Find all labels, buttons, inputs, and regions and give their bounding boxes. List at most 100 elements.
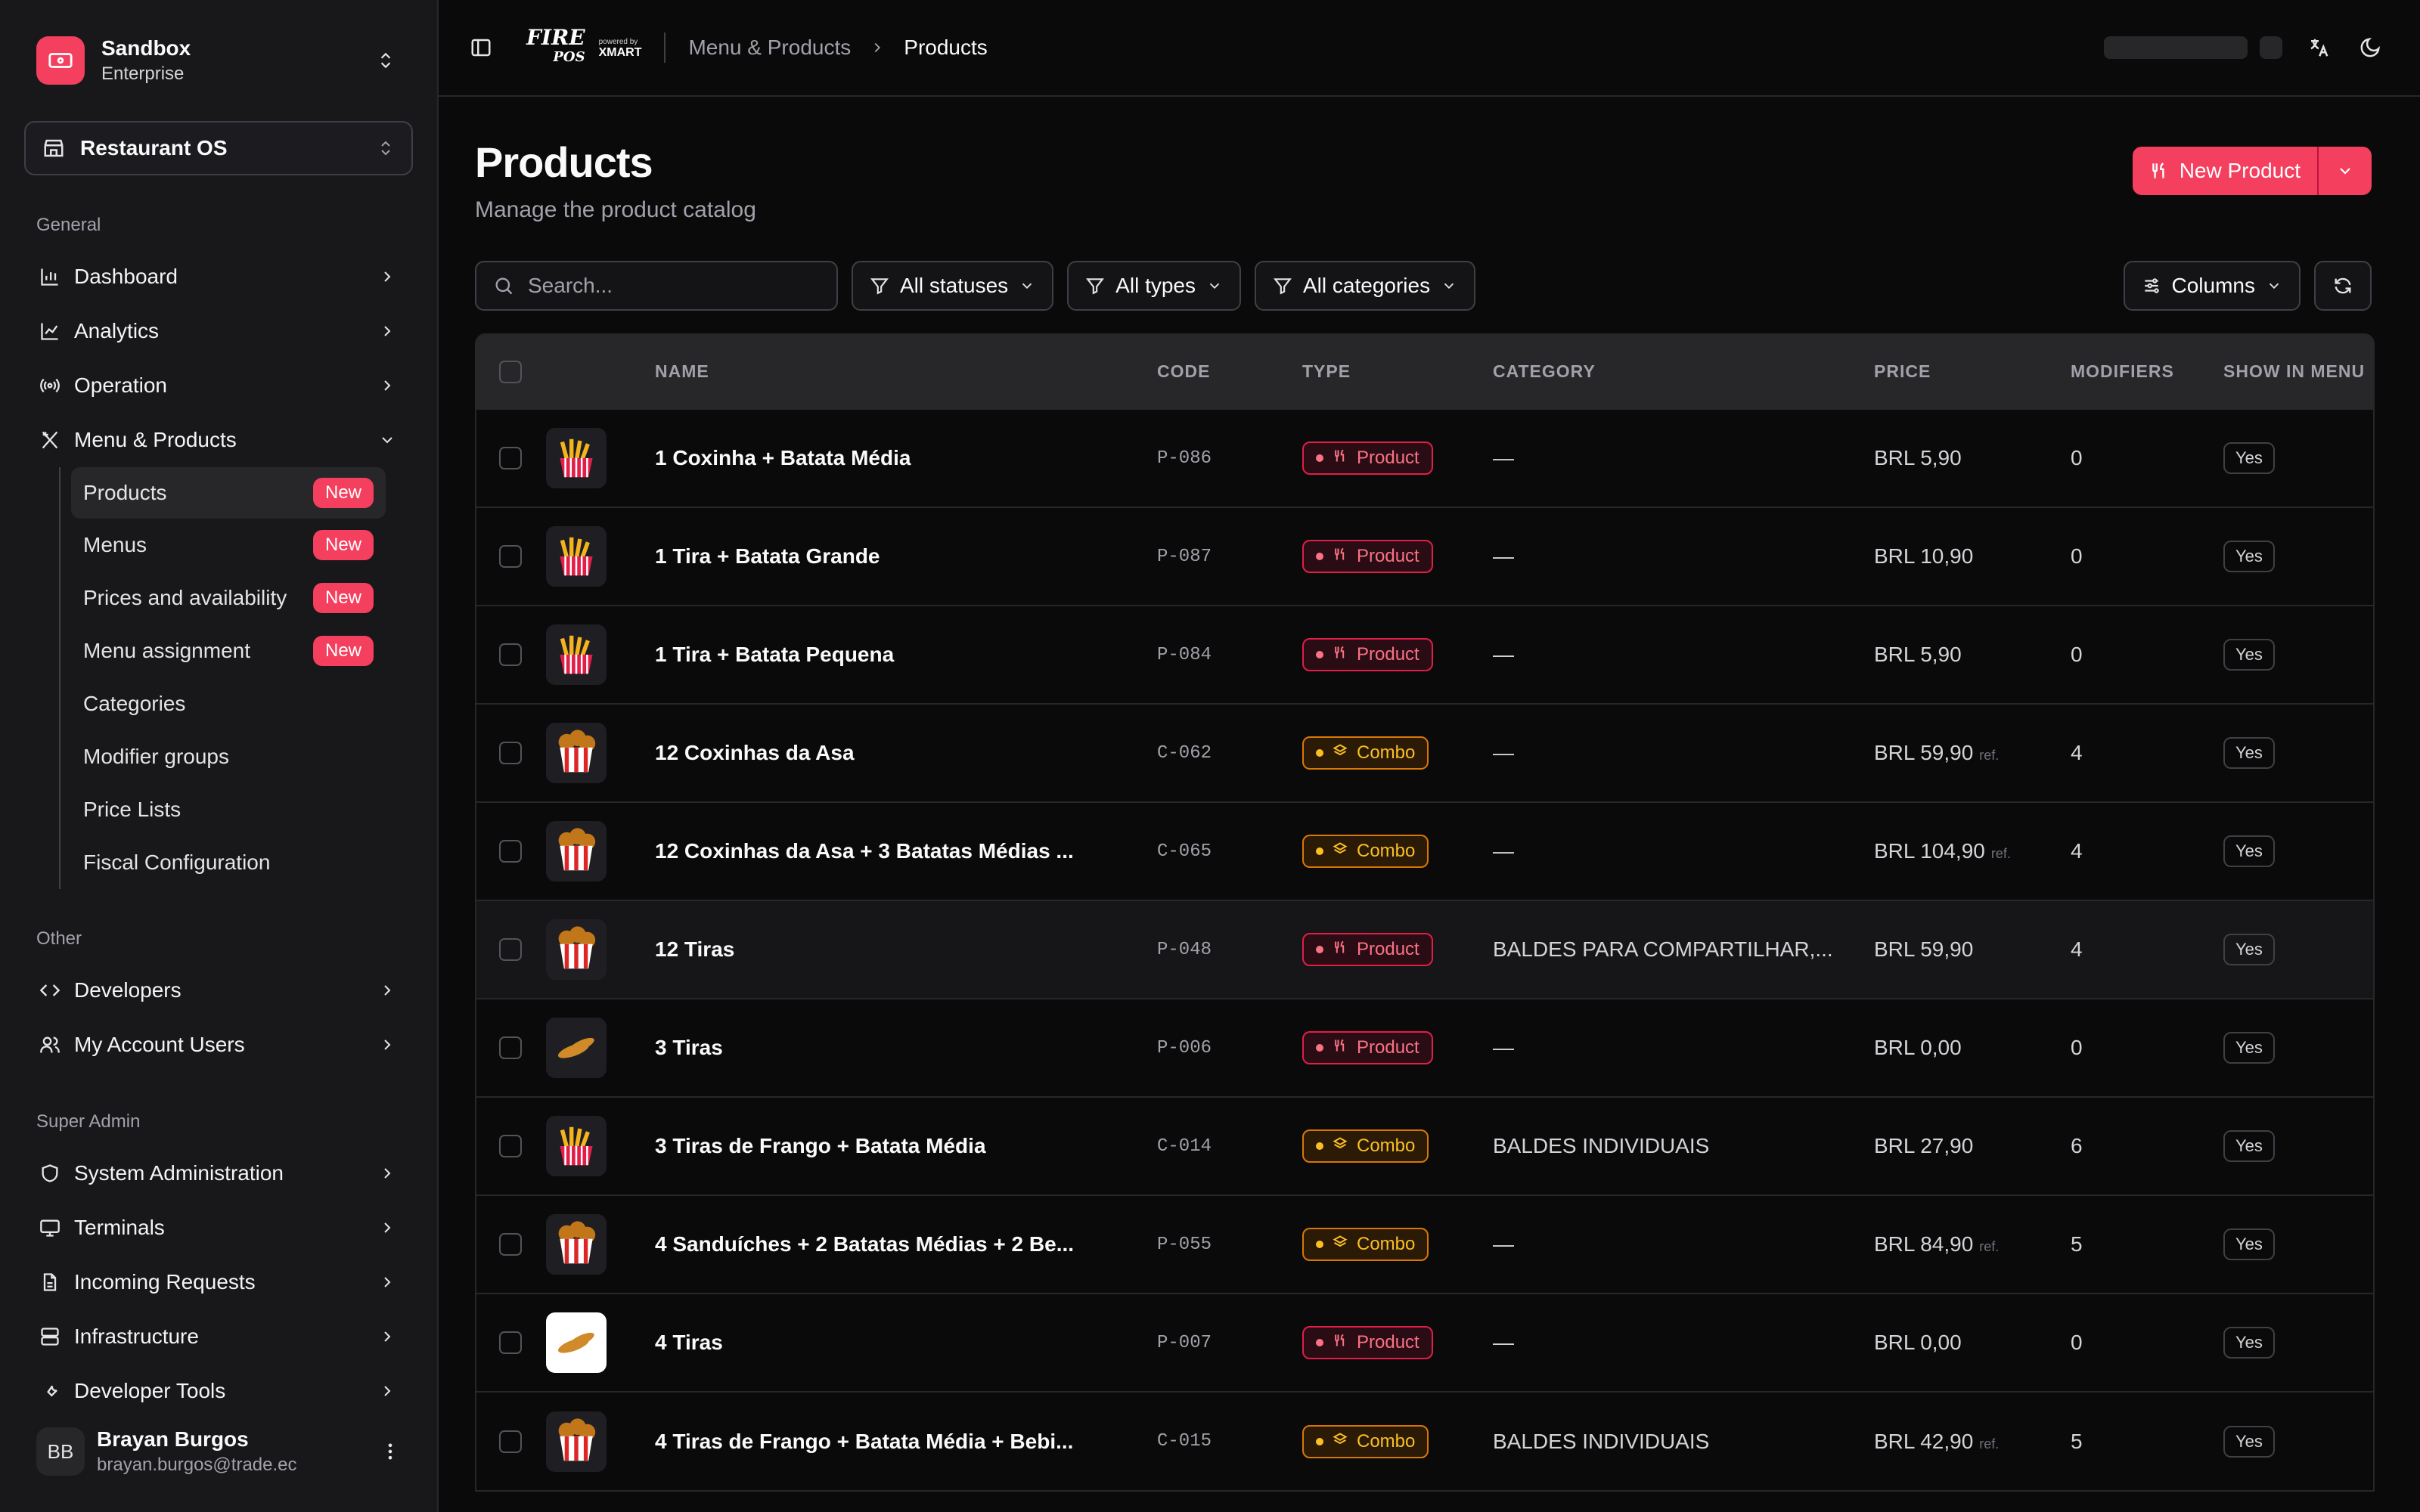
- breadcrumb-menu-products[interactable]: Menu & Products: [688, 36, 851, 60]
- sidebar-item-price-lists[interactable]: Price Lists: [71, 783, 386, 836]
- product-category: BALDES INDIVIDUAIS: [1493, 1134, 1710, 1157]
- table-row[interactable]: 12 Coxinhas da Asa + 3 Batatas Médias ..…: [476, 802, 2373, 900]
- sidebar-item-products[interactable]: Products New: [71, 467, 386, 519]
- column-header-show-in-menu[interactable]: SHOW IN MENU: [2223, 335, 2373, 409]
- row-checkbox[interactable]: [499, 742, 522, 764]
- sidebar-item-fiscal-configuration[interactable]: Fiscal Configuration: [71, 836, 386, 889]
- column-header-category[interactable]: CATEGORY: [1493, 335, 1874, 409]
- status-dot: [1316, 1044, 1323, 1052]
- sidebar-item-terminals[interactable]: Terminals: [24, 1201, 413, 1255]
- org-switcher[interactable]: Sandbox Enterprise: [24, 0, 413, 121]
- type-filter[interactable]: All types: [1067, 261, 1241, 311]
- sidebar-item-infrastructure[interactable]: Infrastructure: [24, 1309, 413, 1364]
- type-label: Product: [1357, 1037, 1419, 1058]
- row-checkbox[interactable]: [499, 545, 522, 568]
- table-row[interactable]: 1 Coxinha + Batata Média P-086 Product —…: [476, 409, 2373, 507]
- sidebar-item-my-account-users[interactable]: My Account Users: [24, 1018, 413, 1072]
- table-row[interactable]: 1 Tira + Batata Pequena P-084 Product — …: [476, 606, 2373, 704]
- more-vertical-icon[interactable]: [380, 1441, 401, 1462]
- columns-button[interactable]: Columns: [2123, 261, 2301, 311]
- sidebar-item-menu-products[interactable]: Menu & Products: [24, 413, 413, 467]
- price-value: BRL 27,90: [1874, 1134, 1974, 1157]
- workspace-selector[interactable]: Restaurant OS: [24, 121, 413, 175]
- status-dot: [1316, 946, 1323, 953]
- product-name[interactable]: 4 Tiras: [655, 1294, 1157, 1392]
- type-label: Combo: [1357, 1136, 1416, 1156]
- row-checkbox[interactable]: [499, 840, 522, 863]
- column-header-price[interactable]: PRICE: [1874, 335, 2071, 409]
- column-header-type[interactable]: TYPE: [1302, 335, 1493, 409]
- product-code: P-048: [1157, 939, 1212, 960]
- status-dot: [1316, 1241, 1323, 1248]
- sidebar-toggle-icon[interactable]: [466, 33, 496, 63]
- row-checkbox[interactable]: [499, 1233, 522, 1256]
- category-filter[interactable]: All categories: [1255, 261, 1476, 311]
- row-checkbox[interactable]: [499, 1430, 522, 1453]
- product-name[interactable]: 1 Tira + Batata Pequena: [655, 606, 1157, 704]
- sidebar-item-categories[interactable]: Categories: [71, 677, 386, 730]
- search-icon: [495, 277, 513, 295]
- product-name[interactable]: 1 Coxinha + Batata Média: [655, 409, 1157, 507]
- product-name[interactable]: 4 Tiras de Frango + Batata Média + Bebi.…: [655, 1392, 1157, 1490]
- table-row[interactable]: 4 Tiras P-007 Product — BRL 0,00 0 Yes: [476, 1294, 2373, 1392]
- translate-icon[interactable]: [2304, 33, 2334, 63]
- filter-label: All statuses: [900, 274, 1009, 297]
- sidebar-item-system-administration[interactable]: System Administration: [24, 1146, 413, 1201]
- status-filter[interactable]: All statuses: [852, 261, 1054, 311]
- row-checkbox[interactable]: [499, 447, 522, 469]
- select-all-checkbox[interactable]: [499, 360, 522, 383]
- sidebar-item-dashboard[interactable]: Dashboard: [24, 249, 413, 304]
- product-name[interactable]: 12 Coxinhas da Asa + 3 Batatas Médias ..…: [655, 802, 1157, 900]
- product-thumbnail: [546, 919, 607, 980]
- type-badge: Combo: [1302, 835, 1429, 868]
- new-product-button[interactable]: New Product: [2133, 147, 2319, 195]
- product-modifiers: 0: [2071, 1331, 2083, 1354]
- column-header-name[interactable]: NAME: [655, 335, 1157, 409]
- row-checkbox[interactable]: [499, 1036, 522, 1059]
- row-checkbox[interactable]: [499, 938, 522, 961]
- row-checkbox[interactable]: [499, 1331, 522, 1354]
- price-value: BRL 42,90: [1874, 1429, 1974, 1453]
- column-header-modifiers[interactable]: MODIFIERS: [2071, 335, 2223, 409]
- sidebar-item-operation[interactable]: Operation: [24, 358, 413, 413]
- sidebar-item-label: Dashboard: [74, 265, 178, 288]
- price-value: BRL 59,90: [1874, 741, 1974, 764]
- table-row[interactable]: 3 Tiras P-006 Product — BRL 0,00 0 Yes: [476, 999, 2373, 1097]
- search-input[interactable]: [528, 274, 815, 298]
- product-thumbnail: [546, 1411, 607, 1472]
- table-row[interactable]: 12 Tiras P-048 Product BALDES PARA COMPA…: [476, 900, 2373, 999]
- product-name[interactable]: 1 Tira + Batata Grande: [655, 507, 1157, 606]
- sidebar-item-incoming-requests[interactable]: Incoming Requests: [24, 1255, 413, 1309]
- table-row[interactable]: 12 Coxinhas da Asa C-062 Combo — BRL 59,…: [476, 704, 2373, 802]
- moon-icon[interactable]: [2355, 33, 2385, 63]
- refresh-button[interactable]: [2314, 261, 2372, 311]
- sidebar-item-prices-availability[interactable]: Prices and availability New: [71, 572, 386, 624]
- sidebar-item-menus[interactable]: Menus New: [71, 519, 386, 572]
- table-row[interactable]: 3 Tiras de Frango + Batata Média C-014 C…: [476, 1097, 2373, 1195]
- sidebar-item-developers[interactable]: Developers: [24, 963, 413, 1018]
- product-name[interactable]: 3 Tiras: [655, 999, 1157, 1097]
- show-in-menu-badge: Yes: [2223, 1032, 2275, 1064]
- product-name[interactable]: 12 Coxinhas da Asa: [655, 704, 1157, 802]
- table-row[interactable]: 4 Sanduíches + 2 Batatas Médias + 2 Be..…: [476, 1195, 2373, 1294]
- product-name[interactable]: 4 Sanduíches + 2 Batatas Médias + 2 Be..…: [655, 1195, 1157, 1294]
- product-name[interactable]: 3 Tiras de Frango + Batata Média: [655, 1097, 1157, 1195]
- price-value: BRL 104,90: [1874, 839, 1985, 863]
- filter-icon: [870, 278, 889, 295]
- table-row[interactable]: 1 Tira + Batata Grande P-087 Product — B…: [476, 507, 2373, 606]
- search-box[interactable]: [475, 261, 838, 311]
- status-dot: [1316, 1142, 1323, 1150]
- row-checkbox[interactable]: [499, 1135, 522, 1157]
- row-checkbox[interactable]: [499, 643, 522, 666]
- sidebar-item-label: My Account Users: [74, 1033, 245, 1056]
- new-product-dropdown[interactable]: [2319, 147, 2372, 195]
- product-name[interactable]: 12 Tiras: [655, 900, 1157, 999]
- sidebar-item-menu-assignment[interactable]: Menu assignment New: [71, 624, 386, 677]
- status-dot: [1316, 1339, 1323, 1346]
- sidebar-item-analytics[interactable]: Analytics: [24, 304, 413, 358]
- sidebar-item-modifier-groups[interactable]: Modifier groups: [71, 730, 386, 783]
- column-header-code[interactable]: CODE: [1157, 335, 1302, 409]
- user-menu[interactable]: BB Brayan Burgos brayan.burgos@trade.ec: [24, 1406, 413, 1497]
- table-row[interactable]: 4 Tiras de Frango + Batata Média + Bebi.…: [476, 1392, 2373, 1490]
- show-in-menu-badge: Yes: [2223, 1425, 2275, 1458]
